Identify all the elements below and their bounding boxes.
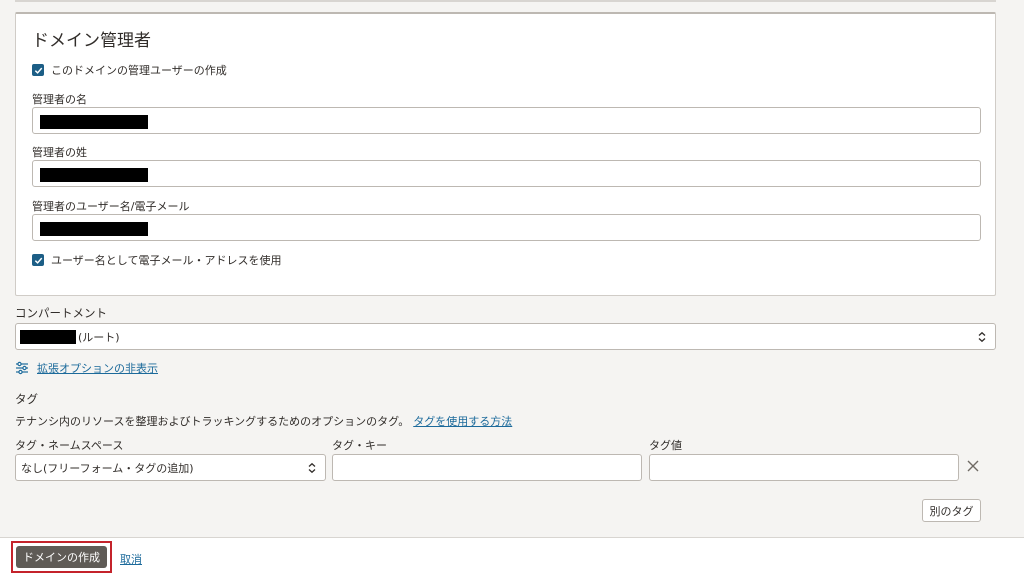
tag-key-label: タグ・キー <box>332 439 387 452</box>
create-admin-checkbox-row[interactable]: このドメインの管理ユーザーの作成 <box>32 62 227 78</box>
redacted-value <box>20 329 76 344</box>
redacted-value <box>40 168 148 182</box>
tag-namespace-label: タグ・ネームスペース <box>15 439 124 452</box>
tags-how-to-link[interactable]: タグを使用する方法 <box>413 415 512 428</box>
create-admin-checkbox[interactable] <box>32 64 44 76</box>
tags-description-row: テナンシ内のリソースを整理およびトラッキングするためのオプションのタグ。 タグを使… <box>15 413 512 429</box>
top-divider <box>15 0 996 2</box>
tag-key-input[interactable] <box>332 454 642 481</box>
compartment-selected-suffix: (ルート) <box>78 330 120 344</box>
advanced-options-link[interactable]: 拡張オプションの非表示 <box>37 360 158 376</box>
sliders-icon <box>16 361 28 375</box>
username-email-input[interactable] <box>32 214 981 241</box>
advanced-options-toggle[interactable]: 拡張オプションの非表示 <box>15 360 158 376</box>
close-icon[interactable] <box>965 458 981 474</box>
last-name-label: 管理者の姓 <box>32 146 87 159</box>
tags-description: テナンシ内のリソースを整理およびトラッキングするためのオプションのタグ。 <box>15 415 410 428</box>
first-name-label: 管理者の名 <box>32 93 87 106</box>
use-email-checkbox-label: ユーザー名として電子メール・アドレスを使用 <box>51 254 282 267</box>
use-email-checkbox[interactable] <box>32 254 44 266</box>
tag-namespace-select[interactable]: なし(フリーフォーム・タグの追加) <box>15 454 326 481</box>
chevron-up-down-icon <box>308 462 316 474</box>
chevron-up-down-icon <box>978 331 986 343</box>
add-tag-button[interactable]: 別のタグ <box>922 499 981 522</box>
compartment-select[interactable]: (ルート) <box>15 323 996 350</box>
tag-value-input[interactable] <box>649 454 959 481</box>
cancel-link[interactable]: 取消 <box>120 551 142 567</box>
check-icon <box>34 257 42 264</box>
check-icon <box>34 67 42 74</box>
use-email-checkbox-row[interactable]: ユーザー名として電子メール・アドレスを使用 <box>32 252 281 268</box>
create-admin-checkbox-label: このドメインの管理ユーザーの作成 <box>51 64 227 77</box>
last-name-input[interactable] <box>32 160 981 187</box>
tags-title: タグ <box>15 392 38 406</box>
username-email-label: 管理者のユーザー名/電子メール <box>32 200 190 213</box>
panel-title: ドメイン管理者 <box>32 31 151 51</box>
first-name-input[interactable] <box>32 107 981 134</box>
tag-value-label: タグ値 <box>649 439 682 452</box>
domain-admin-panel: ドメイン管理者 このドメインの管理ユーザーの作成 管理者の名 管理者の姓 管理者… <box>15 12 996 296</box>
create-button-highlight: ドメインの作成 <box>11 541 112 573</box>
redacted-value <box>40 115 148 129</box>
redacted-value <box>40 222 148 236</box>
footer-bar <box>0 537 1024 573</box>
tag-namespace-value: なし(フリーフォーム・タグの追加) <box>21 461 194 475</box>
create-domain-button[interactable]: ドメインの作成 <box>16 546 107 568</box>
compartment-label: コンパートメント <box>15 306 107 320</box>
